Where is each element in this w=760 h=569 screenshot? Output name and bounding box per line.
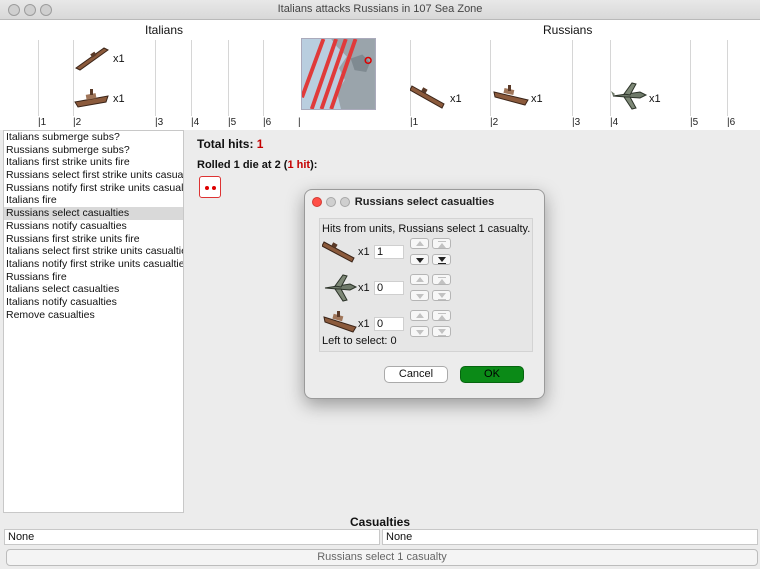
increment-button[interactable] <box>432 274 451 285</box>
list-item[interactable]: Italians notify casualties <box>4 296 183 309</box>
increment-button[interactable] <box>432 310 451 321</box>
list-item-selected[interactable]: Russians select casualties <box>4 207 183 220</box>
list-item[interactable]: Italians select casualties <box>4 283 183 296</box>
list-item[interactable]: Russians first strike units fire <box>4 233 183 246</box>
submarine-icon <box>410 85 445 109</box>
submarine-count-field[interactable]: 1 <box>374 245 404 259</box>
list-item[interactable]: Italians fire <box>4 194 183 207</box>
decrement-button[interactable] <box>432 290 451 301</box>
increment-button[interactable] <box>432 238 451 249</box>
decrement-button[interactable] <box>432 326 451 337</box>
decrement-button[interactable] <box>432 254 451 265</box>
list-item[interactable]: Russians notify first strike units casua… <box>4 182 183 195</box>
list-item[interactable]: Italians submerge subs? <box>4 131 183 144</box>
left-to-select: Left to select: 0 <box>322 335 397 347</box>
window-title: Italians attacks Russians in 107 Sea Zon… <box>277 3 483 15</box>
battleship-count-field[interactable]: 0 <box>374 317 404 331</box>
dialog-title: Russians select casualties <box>354 196 495 208</box>
defender-name: Russians <box>543 23 593 37</box>
battle-board: Italians Russians x1 x1 x1 x1 x1 |1 |2 |… <box>0 20 760 130</box>
fighter-plane-icon <box>611 82 648 110</box>
increment-all-button[interactable] <box>410 274 429 285</box>
decrement-all-button[interactable] <box>410 326 429 337</box>
attacker-casualties: None <box>4 529 380 545</box>
casualty-selection-panel: Hits from units, Russians select 1 casua… <box>319 218 533 352</box>
list-item[interactable]: Russians submerge subs? <box>4 144 183 157</box>
fighter-plane-icon <box>324 274 358 302</box>
increment-all-button[interactable] <box>410 310 429 321</box>
list-item[interactable]: Italians notify first strike units casua… <box>4 258 183 271</box>
increment-all-button[interactable] <box>410 238 429 249</box>
total-hits: Total hits: 1 <box>197 137 264 151</box>
list-item[interactable]: Italians select first strike units casua… <box>4 245 183 258</box>
sea-zone-map-thumbnail <box>301 38 376 110</box>
casualties-title: Casualties <box>349 515 411 529</box>
battleship-icon <box>493 85 529 106</box>
decrement-all-button[interactable] <box>410 254 429 265</box>
defender-casualties: None <box>382 529 758 545</box>
window-titlebar: Italians attacks Russians in 107 Sea Zon… <box>0 0 760 20</box>
select-casualties-dialog: Russians select casualties Hits from uni… <box>304 189 545 399</box>
list-item[interactable]: Remove casualties <box>4 309 183 322</box>
list-item[interactable]: Russians notify casualties <box>4 220 183 233</box>
list-item[interactable]: Italians first strike units fire <box>4 156 183 169</box>
hits-message: Hits from units, Russians select 1 casua… <box>322 223 531 235</box>
battle-steps-list[interactable]: Italians submerge subs? Russians submerg… <box>3 130 184 513</box>
submarine-icon <box>322 241 355 263</box>
battleship-icon <box>323 311 357 333</box>
battleship-icon <box>74 89 109 108</box>
status-button[interactable]: Russians select 1 casualty <box>6 549 758 566</box>
decrement-all-button[interactable] <box>410 290 429 301</box>
attacker-ruler: |1 |2 |3 |4 |5 |6 | <box>0 116 301 130</box>
ok-button[interactable]: OK <box>460 366 524 383</box>
cancel-button[interactable]: Cancel <box>384 366 448 383</box>
list-item[interactable]: Russians select first strike units casua… <box>4 169 183 182</box>
attacker-name: Italians <box>145 23 184 37</box>
fighter-count-field[interactable]: 0 <box>374 281 404 295</box>
list-item[interactable]: Russians fire <box>4 271 183 284</box>
submarine-icon <box>75 47 109 71</box>
die-icon <box>199 176 221 198</box>
defender-ruler: |1 |2 |3 |4 |5 |6 <box>376 116 760 130</box>
roll-summary: Rolled 1 die at 2 (1 hit): <box>197 159 318 171</box>
